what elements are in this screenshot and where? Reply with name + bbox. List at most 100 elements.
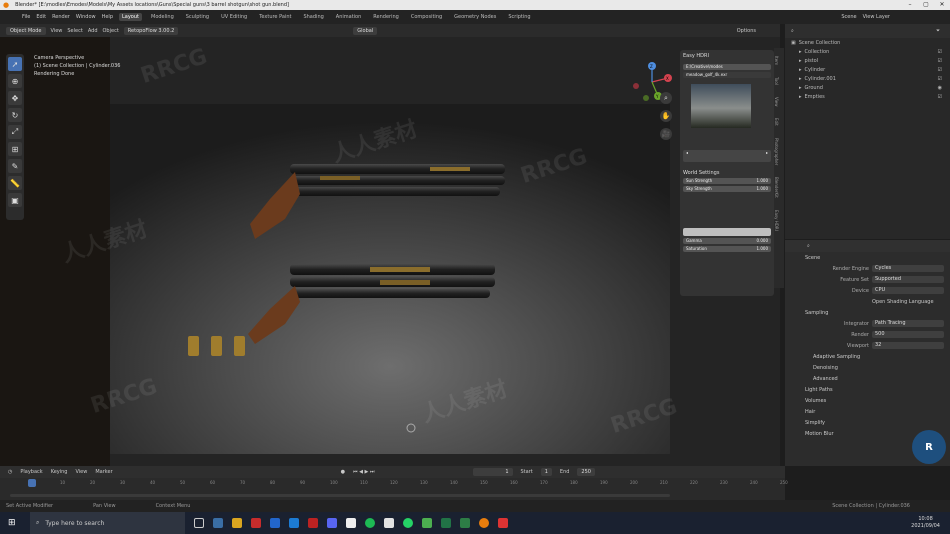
excel-icon[interactable] [441,518,451,528]
search-icon[interactable]: ⌕ [807,243,810,249]
outliner-row[interactable]: ▸ Collection ☑ [785,47,950,56]
edge-icon[interactable] [213,518,223,528]
denoising-section[interactable]: Denoising [785,362,950,373]
store-icon[interactable] [289,518,299,528]
mode-selector[interactable]: Object Mode [6,26,46,35]
workspace-tab-texture-paint[interactable]: Texture Paint [256,13,294,21]
measure-tool-icon[interactable]: 📏 [8,176,22,190]
app-icon[interactable] [460,518,470,528]
sky-strength-field[interactable]: Sky Strength 1.000 [683,186,771,192]
view-layer-selector[interactable]: View Layer [863,14,890,20]
move-tool-icon[interactable]: ✥ [8,91,22,105]
rotate-tool-icon[interactable]: ↻ [8,108,22,122]
workspace-tab-geometry-nodes[interactable]: Geometry Nodes [451,13,499,21]
render-samples-row[interactable]: Render 500 [785,329,950,340]
browser-icon[interactable] [270,518,280,528]
hair-section[interactable]: Hair [785,406,950,417]
workspace-tab-layout[interactable]: Layout [119,13,142,21]
volumes-section[interactable]: Volumes [785,395,950,406]
maximize-button[interactable]: ▢ [918,0,934,10]
outliner-row[interactable]: ▸ Cylinder ☑ [785,65,950,74]
sun-strength-field[interactable]: Sun Strength 1.000 [683,178,771,184]
recorder-icon[interactable] [498,518,508,528]
retopoflow-button[interactable]: RetopoFlow 3.00.2 [123,26,179,35]
clock-icon[interactable]: ◷ [8,469,12,475]
menu-render[interactable]: Render [52,14,70,20]
camera-view-icon[interactable]: 🎥 [660,128,672,140]
workspace-tab-shading[interactable]: Shading [300,13,326,21]
app-icon[interactable] [384,518,394,528]
app-icon[interactable] [251,518,261,528]
taskbar-search[interactable]: ⌕ Type here to search [30,512,185,534]
options-menu[interactable]: Options [737,28,756,34]
hdri-path-field[interactable]: E:\Creative\modes [683,64,771,70]
menu-object[interactable]: Object [103,28,119,34]
scale-tool-icon[interactable]: ⤢ [8,125,22,139]
menu-marker[interactable]: Marker [95,469,112,475]
viewport-samples-row[interactable]: Viewport 32 [785,340,950,351]
playhead[interactable] [28,479,36,487]
menu-keying[interactable]: Keying [51,469,68,475]
hdri-file-field[interactable]: meadow_golf_4k.exr [683,72,771,78]
timeline-scrollbar[interactable] [10,494,670,497]
advanced-section[interactable]: Advanced [785,373,950,384]
zoom-icon[interactable]: ⌕ [660,92,672,104]
playback-controls[interactable]: ⏮ ◀ ▶ ⏭ [353,469,374,475]
checkbox-icon[interactable]: ☑ [938,76,942,82]
tab-tool[interactable]: Tool [774,77,779,85]
end-frame-field[interactable]: 250 [577,468,595,476]
pan-hand-icon[interactable]: ✋ [660,110,672,122]
app-icon[interactable] [346,518,356,528]
osl-checkbox[interactable]: Open Shading Language [785,296,950,307]
outliner-row[interactable]: ▸ Ground ◉ [785,83,950,92]
device-row[interactable]: Device CPU [785,285,950,296]
tab-blenderkit[interactable]: BlenderKit [774,177,779,198]
menu-help[interactable]: Help [102,14,113,20]
feature-set-row[interactable]: Feature Set Supported [785,274,950,285]
menu-add[interactable]: Add [88,28,98,34]
close-button[interactable]: ✕ [934,0,950,10]
hdri-selector[interactable]: ◂ ▸ [683,150,771,162]
tab-easy-hdri[interactable]: Easy HDRI [774,210,779,231]
menu-edit[interactable]: Edit [36,14,46,20]
tab-photographer[interactable]: Photographer [774,138,779,165]
menu-playback[interactable]: Playback [20,469,42,475]
transform-tool-icon[interactable]: ⊞ [8,142,22,156]
menu-select[interactable]: Select [67,28,82,34]
scene-selector[interactable]: Scene [841,14,856,20]
app-icon[interactable] [422,518,432,528]
workspace-tab-animation[interactable]: Animation [333,13,365,21]
task-view-icon[interactable] [194,518,204,528]
hdri-preview-thumbnail[interactable] [691,84,751,128]
blender-taskbar-icon[interactable] [479,518,489,528]
transform-orientation[interactable]: Global [353,26,378,35]
workspace-tab-modeling[interactable]: Modeling [148,13,177,21]
start-frame-field[interactable]: 1 [540,468,552,476]
windows-start-icon[interactable]: ⊞ [8,518,16,528]
clock[interactable]: 10:08 2021/09/04 [911,516,940,530]
cursor-tool-icon[interactable]: ⊕ [8,74,22,88]
outliner-root[interactable]: ▣ Scene Collection [785,38,950,47]
funnel-icon[interactable]: ⏷ [936,28,940,34]
adaptive-sampling-section[interactable]: Adaptive Sampling [785,351,950,362]
timeline-ruler[interactable]: 0102030405060708090100110120130140150160… [0,478,788,488]
menu-view[interactable]: View [51,28,63,34]
checkbox-icon[interactable]: ☑ [938,58,942,64]
workspace-tab-scripting[interactable]: Scripting [505,13,533,21]
file-explorer-icon[interactable] [232,518,242,528]
workspace-tab-sculpting[interactable]: Sculpting [183,13,212,21]
outliner-row[interactable]: ▸ Cylinder.001 ☑ [785,74,950,83]
workspace-tab-rendering[interactable]: Rendering [370,13,402,21]
simplify-section[interactable]: Simplify [785,417,950,428]
integrator-row[interactable]: Integrator Path Tracing [785,318,950,329]
record-icon[interactable]: ● [341,469,345,475]
spotify-icon[interactable] [365,518,375,528]
menu-file[interactable]: File [22,14,30,20]
light-paths-section[interactable]: Light Paths [785,384,950,395]
tab-edit[interactable]: Edit [774,118,779,126]
saturation-field[interactable]: Saturation 1.000 [683,246,771,252]
select-tool-icon[interactable]: ➚ [8,57,22,71]
render-engine-row[interactable]: Render Engine Cycles [785,263,950,274]
checkbox-icon[interactable]: ☑ [938,67,942,73]
annotate-tool-icon[interactable]: ✎ [8,159,22,173]
